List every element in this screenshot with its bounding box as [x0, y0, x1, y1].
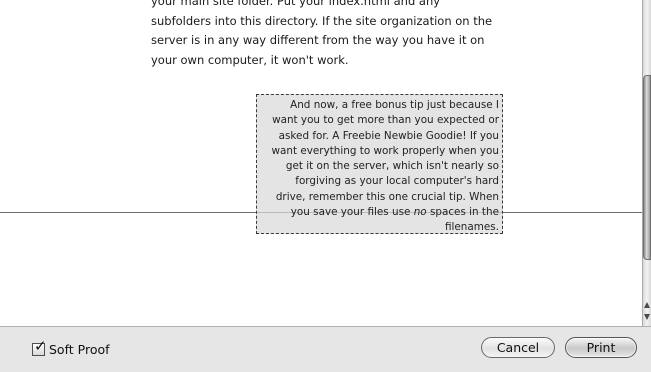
tip-line-7: drive, remember this one crucial tip. Wh…	[275, 190, 499, 203]
checkmark-icon: ✓	[34, 336, 47, 355]
checkbox-box[interactable]: ✓	[32, 338, 47, 356]
soft-proof-checkbox[interactable]: ✓ Soft Proof	[32, 338, 110, 358]
tip-line-4: want everything to work properly when yo…	[271, 144, 499, 157]
tip-callout-box: And now, a free bonus tip just because I…	[256, 94, 503, 234]
tip-line-5: get it on the server, which isn't nearly…	[285, 160, 499, 173]
tip-line-2: want you to get more than you expected o…	[272, 114, 499, 127]
scroll-up-arrow-icon[interactable]	[644, 302, 650, 308]
tip-line-1: And now, a free bonus tip just because I	[290, 99, 499, 111]
tip-line-9: filenames.	[444, 221, 499, 234]
tip-text: And now, a free bonus tip just because I…	[257, 98, 499, 236]
print-dialog-preview: your main site folder. Put your index.ht…	[0, 0, 651, 372]
cancel-button[interactable]: Cancel	[481, 337, 555, 358]
preview-pane: your main site folder. Put your index.ht…	[0, 0, 642, 326]
soft-proof-label: Soft Proof	[49, 341, 110, 357]
body-text: your main site folder. Put your index.ht…	[151, 0, 493, 67]
tip-line-3: asked for. A Freebie Newbie Goodie! If y…	[278, 129, 499, 142]
tip-emphasis-word: no	[413, 206, 427, 219]
dialog-button-bar: ✓ Soft Proof Cancel Print	[0, 326, 651, 372]
vertical-scrollbar[interactable]	[642, 0, 651, 326]
tip-line-8: you save your files use no spaces in the	[290, 206, 499, 219]
tip-line-6: forgiving as your local computer's hard	[295, 175, 499, 188]
scroll-thumb[interactable]	[643, 75, 651, 260]
print-button[interactable]: Print	[565, 337, 637, 358]
scroll-down-arrow-icon[interactable]	[644, 314, 650, 320]
